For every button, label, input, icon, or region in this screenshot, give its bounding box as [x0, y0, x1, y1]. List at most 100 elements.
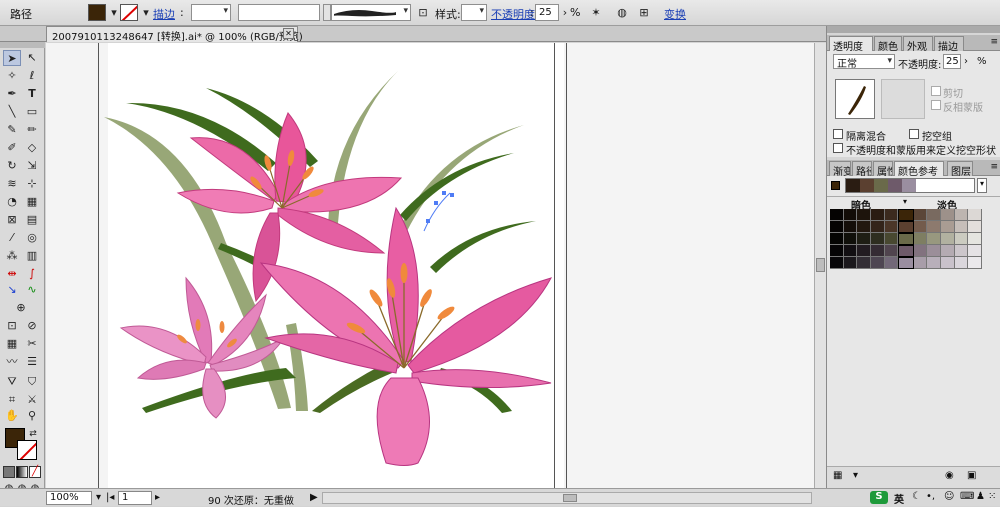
panel-menu-icon[interactable]: ≡ — [990, 37, 998, 47]
edit-colors-icon[interactable]: ◉ — [945, 470, 954, 481]
selection-tool-icon[interactable]: ➤ — [3, 50, 21, 66]
perspective-grid-tool-icon[interactable]: ▦ — [23, 194, 41, 210]
harmony-colors-strip[interactable] — [845, 178, 975, 193]
emoji-icon[interactable]: ☺ — [944, 491, 954, 502]
artboard-tool-icon[interactable]: ⊡ — [3, 318, 21, 334]
crosshair-icon[interactable]: ⊕ — [12, 300, 30, 316]
status-menu-icon[interactable]: ▶ — [310, 492, 318, 503]
gradient-mode-icon[interactable] — [16, 466, 28, 478]
free-transform-tool-icon[interactable]: ⊹ — [23, 176, 41, 192]
harmony-swatch[interactable] — [846, 179, 860, 192]
knockout-group-checkbox[interactable] — [909, 129, 919, 139]
paintbrush-tool-icon[interactable]: ✎ — [3, 122, 21, 138]
variable-width-dropdown[interactable] — [238, 4, 320, 21]
slice-path-icon[interactable]: ↘ — [3, 282, 21, 298]
chevron-down-icon[interactable]: ▾ — [96, 492, 101, 503]
align-menu-icon[interactable]: ⊞ — [636, 5, 652, 20]
live-paint-tool-icon[interactable]: ⛛ — [3, 374, 21, 390]
direct-selection-tool-icon[interactable]: ↖ — [23, 50, 41, 66]
type-tool-icon[interactable]: T — [23, 86, 41, 102]
list-icon[interactable]: ☰ — [23, 354, 41, 370]
symbol-sprayer-tool-icon[interactable]: ⁂ — [3, 248, 21, 264]
warp-tool-icon[interactable]: ≋ — [3, 176, 21, 192]
harmony-swatch[interactable] — [888, 179, 902, 192]
tab-color-guide[interactable]: 颜色参考 — [894, 161, 944, 176]
chevron-right-icon[interactable]: › — [964, 56, 968, 67]
panel-menu-icon[interactable]: ≡ — [990, 162, 998, 172]
pencil-tool-icon[interactable]: ✏ — [23, 122, 41, 138]
next-artboard-icon[interactable]: ▸ — [155, 492, 160, 503]
tab-stroke[interactable]: 描边 — [934, 36, 964, 51]
chart-grid-icon[interactable]: ▦ — [3, 336, 21, 352]
limit-colors-icon[interactable]: ▾ — [853, 470, 858, 481]
stroke-link[interactable]: 描边 — [153, 6, 175, 22]
harmony-swatch[interactable] — [874, 179, 888, 192]
blob-brush-tool-icon[interactable]: ✐ — [3, 140, 21, 156]
chevron-down-icon[interactable]: ▾ — [138, 5, 154, 20]
graphic-style-dropdown[interactable]: ▾ — [461, 4, 487, 21]
opacity-input[interactable]: 25 — [535, 4, 559, 21]
line-tool-icon[interactable]: ╲ — [3, 104, 21, 120]
align-center-icon[interactable]: ⊡ — [415, 5, 431, 20]
width-profile-toggle[interactable] — [323, 4, 331, 21]
width-tool-icon[interactable]: ⇹ — [3, 266, 21, 282]
tab-gradient[interactable]: 渐变 — [829, 161, 851, 176]
panel-opacity-input[interactable]: 25 — [943, 54, 961, 69]
stroke-swatch[interactable] — [120, 4, 138, 21]
crop-tool-icon[interactable]: ⌗ — [3, 392, 21, 408]
graph-line-icon[interactable]: 〰 — [3, 354, 21, 370]
color-variations-grid[interactable] — [830, 209, 983, 269]
stroke-color-box[interactable] — [17, 440, 37, 460]
canvas-area[interactable] — [46, 43, 814, 488]
rectangle-tool-icon[interactable]: ▭ — [23, 104, 41, 120]
brush-dropdown[interactable]: ▾ — [331, 4, 411, 21]
tab-color[interactable]: 颜色 — [874, 36, 902, 51]
eyedropper-tool-icon[interactable]: ⁄ — [3, 230, 21, 246]
stroke-weight-dropdown[interactable]: ▾ — [191, 4, 231, 21]
pen-tool-icon[interactable]: ✒ — [3, 86, 21, 102]
tab-appearance[interactable]: 外观 — [903, 36, 933, 51]
column-graph-tool-icon[interactable]: ▥ — [23, 248, 41, 264]
blend-tool-icon[interactable]: ◎ — [23, 230, 41, 246]
ime-english-icon[interactable]: 英 — [894, 491, 904, 506]
lasso-tool-icon[interactable]: ℓ — [23, 68, 41, 84]
recolor-artwork-icon[interactable]: ✶ — [588, 5, 604, 20]
scroll-thumb[interactable] — [816, 258, 825, 272]
save-group-icon[interactable]: ▣ — [967, 470, 976, 481]
clip-checkbox[interactable] — [931, 86, 941, 96]
keyboard-icon[interactable]: ⌨ — [960, 491, 974, 502]
shape-builder-tool-icon[interactable]: ◔ — [3, 194, 21, 210]
gradient-tool-icon[interactable]: ▤ — [23, 212, 41, 228]
tab-pathfinder[interactable]: 路径 — [852, 161, 872, 176]
harmony-swatch[interactable] — [902, 179, 916, 192]
none-mode-icon[interactable]: ╱ — [29, 466, 41, 478]
mask-thumbnail[interactable] — [881, 79, 925, 119]
person-icon[interactable]: ♟ — [976, 491, 985, 502]
object-thumbnail[interactable] — [835, 79, 875, 119]
tab-transparency[interactable]: 透明度 — [829, 36, 873, 51]
toolbox-grip[interactable] — [0, 42, 45, 48]
live-paint-select-icon[interactable]: ⛉ — [23, 374, 41, 390]
eraser-tool-icon[interactable]: ◇ — [23, 140, 41, 156]
mesh-tool-icon[interactable]: ⊠ — [3, 212, 21, 228]
first-artboard-icon[interactable]: |◂ — [106, 492, 114, 503]
harmony-swatch[interactable] — [860, 179, 874, 192]
panel-dock-header[interactable] — [827, 26, 1000, 33]
swap-colors-icon[interactable]: ⇄ — [26, 426, 40, 442]
opacity-mask-knockout-checkbox[interactable] — [833, 143, 843, 153]
smooth-tool-icon[interactable]: ∿ — [23, 282, 41, 298]
scissors-tool-icon[interactable]: ✂ — [23, 336, 41, 352]
knife-tool-icon[interactable]: ⚔ — [23, 392, 41, 408]
horizontal-scrollbar[interactable] — [322, 492, 812, 504]
vertical-scrollbar[interactable] — [814, 43, 826, 488]
magic-wand-tool-icon[interactable]: ✧ — [3, 68, 21, 84]
fill-swatch[interactable] — [88, 4, 106, 21]
blend-mode-dropdown[interactable]: 正常 ▾ — [833, 54, 895, 70]
rotate-tool-icon[interactable]: ↻ — [3, 158, 21, 174]
scroll-thumb[interactable] — [563, 494, 577, 502]
zoom-tool-icon[interactable]: ⚲ — [23, 408, 41, 424]
harmony-rules-dropdown[interactable]: ▾ — [977, 178, 987, 193]
close-icon[interactable]: ✕ — [283, 28, 294, 39]
slice-tool-icon[interactable]: ⊘ — [23, 318, 41, 334]
zoom-field[interactable]: 100% — [46, 491, 92, 505]
